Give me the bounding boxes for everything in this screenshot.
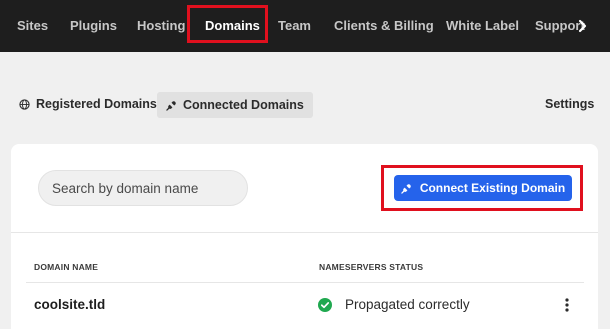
chevron-right-icon[interactable] [578, 19, 587, 33]
top-nav: Sites Plugins Hosting Domains Team Clien… [0, 0, 610, 52]
nav-white-label[interactable]: White Label [446, 0, 519, 52]
tab-connected-label: Connected Domains [183, 98, 304, 112]
card-divider [11, 232, 598, 233]
connect-existing-domain-button[interactable]: Connect Existing Domain [394, 175, 572, 201]
plug-icon [401, 183, 411, 194]
tab-connected-domains[interactable]: Connected Domains [157, 92, 313, 118]
nameserver-status: Propagated correctly [345, 297, 470, 312]
tab-registered-domains[interactable]: Registered Domains [19, 97, 157, 111]
globe-icon [19, 98, 30, 110]
nav-hosting[interactable]: Hosting [137, 0, 185, 52]
settings-link[interactable]: Settings [545, 97, 594, 111]
header-divider [26, 282, 584, 283]
check-circle-icon [318, 298, 332, 312]
tab-registered-label: Registered Domains [36, 97, 157, 111]
nav-team[interactable]: Team [278, 0, 311, 52]
plug-icon [166, 100, 176, 111]
connect-button-label: Connect Existing Domain [419, 181, 566, 195]
domain-name-cell[interactable]: coolsite.tld [34, 297, 105, 312]
column-header-domain: DOMAIN NAME [34, 262, 99, 272]
more-options-icon[interactable] [562, 297, 572, 313]
domains-highlight-box [187, 5, 268, 43]
search-input[interactable] [38, 170, 248, 206]
nav-plugins[interactable]: Plugins [70, 0, 117, 52]
settings-label: Settings [545, 97, 595, 111]
nav-sites[interactable]: Sites [17, 0, 48, 52]
nav-clients-billing[interactable]: Clients & Billing [334, 0, 434, 52]
column-header-nameservers: NAMESERVERS STATUS [319, 262, 424, 272]
